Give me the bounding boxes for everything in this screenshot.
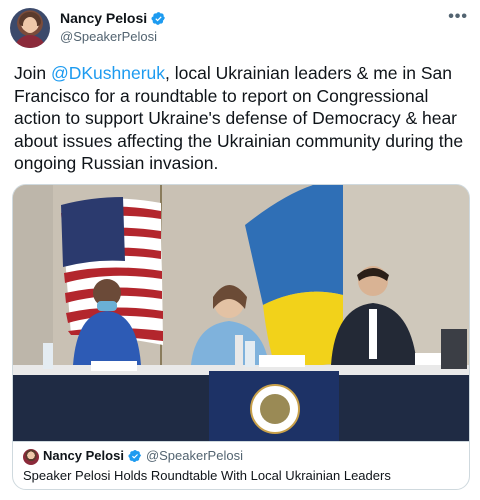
card-author-row: Nancy Pelosi @SpeakerPelosi <box>43 448 243 463</box>
card-footer[interactable]: Nancy Pelosi @SpeakerPelosi Speaker Pelo… <box>13 441 469 489</box>
author-avatar[interactable] <box>10 8 50 48</box>
tweet-container: Nancy Pelosi @SpeakerPelosi ••• Join @DK… <box>0 0 480 500</box>
tweet-text: Join @DKushneruk, local Ukrainian leader… <box>14 62 474 175</box>
verified-badge-icon <box>128 449 141 462</box>
tweet-text-part: Join <box>14 63 51 83</box>
more-options-icon[interactable]: ••• <box>448 8 468 26</box>
roundtable-photo <box>13 185 469 441</box>
author-name[interactable]: Nancy Pelosi <box>60 10 147 26</box>
link-card[interactable]: Nancy Pelosi @SpeakerPelosi Speaker Pelo… <box>12 184 470 490</box>
author-name-row[interactable]: Nancy Pelosi <box>60 10 166 26</box>
author-handle[interactable]: @SpeakerPelosi <box>60 29 157 44</box>
verified-badge-icon <box>151 11 166 25</box>
card-photo[interactable] <box>13 185 469 441</box>
mention-link[interactable]: @DKushneruk <box>51 63 165 83</box>
card-author-name: Nancy Pelosi <box>43 448 124 463</box>
card-title[interactable]: Speaker Pelosi Holds Roundtable With Loc… <box>23 468 391 483</box>
card-author-handle: @SpeakerPelosi <box>145 448 243 463</box>
card-author-avatar <box>23 449 39 465</box>
